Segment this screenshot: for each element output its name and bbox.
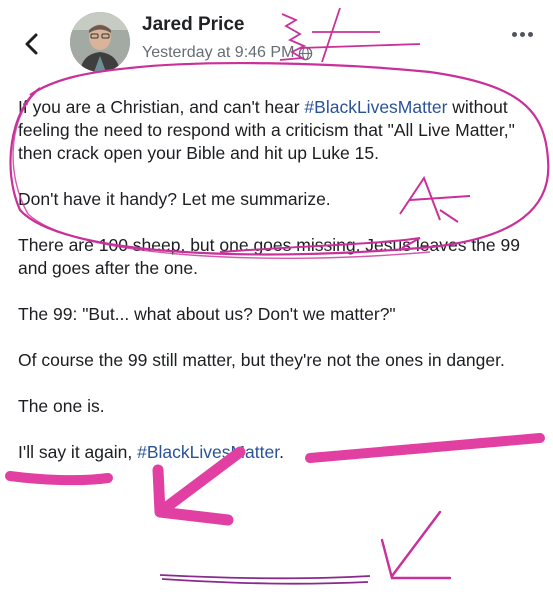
hashtag-link[interactable]: #BlackLivesMatter	[304, 97, 447, 117]
more-horizontal-icon	[512, 32, 517, 37]
facebook-post-card: Jared Price Yesterday at 9:46 PM If you …	[0, 0, 553, 600]
post-timestamp[interactable]: Yesterday at 9:46 PM	[142, 44, 294, 62]
post-paragraph: There are 100 sheep, but one goes missin…	[18, 235, 520, 278]
post-paragraph: The 99: "But... what about us? Don't we …	[18, 304, 396, 324]
post-paragraph: Of course the 99 still matter, but they'…	[18, 350, 505, 370]
chevron-left-icon	[25, 33, 38, 55]
hashtag-link[interactable]: #BlackLivesMatter	[137, 442, 279, 462]
marker-underline	[159, 574, 371, 585]
author-name[interactable]: Jared Price	[142, 14, 244, 36]
avatar[interactable]	[70, 12, 130, 72]
more-options-button[interactable]	[512, 32, 533, 37]
marker-highlight	[5, 471, 113, 486]
post-paragraph: The one is.	[18, 396, 105, 416]
post-body: If you are a Christian, and can't hear #…	[18, 96, 538, 464]
marker-check	[380, 510, 452, 580]
back-button[interactable]	[18, 30, 46, 58]
post-meta: Yesterday at 9:46 PM	[142, 44, 313, 62]
profile-photo	[70, 12, 130, 72]
marker-scribble	[299, 7, 421, 63]
post-paragraph: If you are a Christian, and can't hear #…	[18, 97, 515, 163]
post-paragraph: I'll say it again, #BlackLivesMatter.	[18, 442, 284, 462]
globe-icon	[298, 46, 313, 61]
post-paragraph: Don't have it handy? Let me summarize.	[18, 189, 331, 209]
